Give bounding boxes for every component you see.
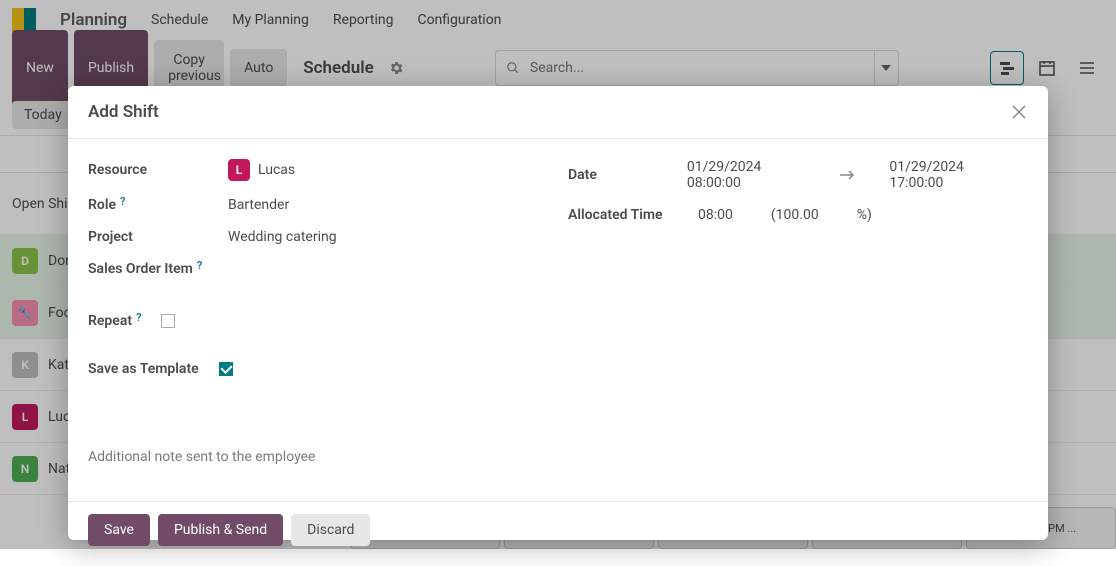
help-icon[interactable]: ? [120,195,125,208]
save-template-checkbox[interactable] [219,362,233,376]
allocated-hours-field[interactable]: 08:00 [698,207,733,223]
resource-field[interactable]: L Lucas [228,159,508,181]
publish-send-button[interactable]: Publish & Send [158,514,283,546]
help-icon[interactable]: ? [197,259,202,272]
arrow-right-icon [839,170,855,180]
role-label: Role ? [88,197,208,213]
date-to-field[interactable]: 01/29/2024 17:00:00 [889,159,1008,191]
resource-label: Resource [88,162,208,178]
date-label: Date [568,167,667,183]
allocated-pct-close: %) [857,207,872,223]
additional-note-field[interactable]: Additional note sent to the employee [88,449,1028,465]
resource-avatar: L [228,159,250,181]
help-icon[interactable]: ? [136,311,141,324]
allocated-pct-open: (100.00 [771,207,819,223]
repeat-label: Repeat ? [88,313,141,329]
add-shift-modal: Add Shift Resource L Lucas Role ? [68,86,1048,540]
project-label: Project [88,229,208,245]
modal-overlay: Add Shift Resource L Lucas Role ? [0,0,1116,549]
save-template-label: Save as Template [88,361,199,377]
role-field[interactable]: Bartender [228,197,508,213]
modal-title: Add Shift [88,102,159,122]
discard-button[interactable]: Discard [291,514,370,546]
allocated-label: Allocated Time [568,207,678,223]
date-from-field[interactable]: 01/29/2024 08:00:00 [687,159,806,191]
save-button[interactable]: Save [88,514,150,546]
project-field[interactable]: Wedding catering [228,229,508,245]
sales-order-label: Sales Order Item ? [88,261,228,277]
repeat-checkbox[interactable] [161,314,175,328]
close-icon[interactable] [1010,103,1028,121]
resource-name: Lucas [258,162,295,178]
